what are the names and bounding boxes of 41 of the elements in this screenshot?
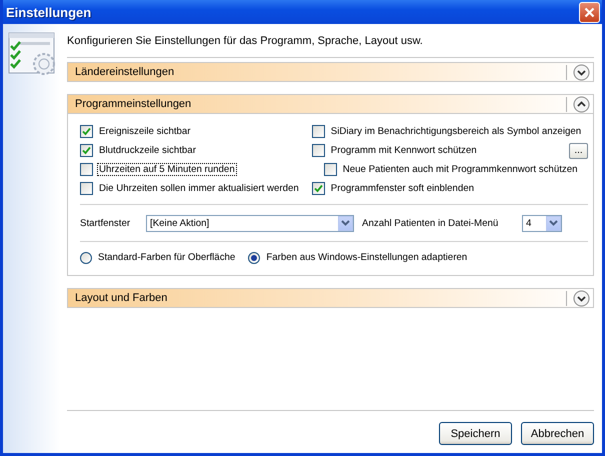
checkbox-label: Neue Patienten auch mit Programmkennwort schützen xyxy=(342,164,579,175)
field-label: Startfenster xyxy=(80,218,132,228)
section-title: Layout und Farben xyxy=(75,292,168,304)
close-button[interactable] xyxy=(579,2,600,22)
settings-checklist-icon xyxy=(8,32,58,78)
checkbox[interactable] xyxy=(312,125,325,138)
expand-icon[interactable] xyxy=(573,64,590,80)
start-window-dropdown[interactable]: [Keine Aktion] xyxy=(146,214,354,232)
section-title: Programmeinstellungen xyxy=(75,98,192,110)
checkbox-label: Die Uhrzeiten sollen immer aktualisiert werden xyxy=(98,183,300,194)
checkbox-label: Programm mit Kennwort schützen xyxy=(330,145,478,156)
save-button[interactable]: Speichern xyxy=(439,422,512,445)
radio-label: Farben aus Windows-Einstellungen adaptieren xyxy=(265,252,468,263)
checkbox[interactable] xyxy=(80,125,93,138)
section-title: Ländereinstellungen xyxy=(75,66,174,78)
checkbox-label: Blutdruckzeile sichtbar xyxy=(98,145,197,156)
section-header[interactable]: Ländereinstellungen xyxy=(67,62,594,82)
checkbox[interactable] xyxy=(80,182,93,195)
checkbox[interactable] xyxy=(312,144,325,157)
checkbox-label: Ereigniszeile sichtbar xyxy=(98,126,192,137)
intro-text: Konfigurieren Sie Einstellungen für das Programm, Sprache, Layout usw. xyxy=(67,35,424,49)
checkbox[interactable] xyxy=(80,163,93,176)
section-header[interactable]: Layout und Farben xyxy=(67,288,594,308)
checkbox[interactable] xyxy=(324,163,337,176)
radio-button[interactable] xyxy=(248,252,260,264)
radio-label: Standard-Farben für Oberfläche xyxy=(97,252,236,263)
window-title: Einstellungen xyxy=(6,4,92,20)
expand-icon[interactable] xyxy=(573,290,590,306)
patients-count-dropdown[interactable]: 4 xyxy=(522,214,562,232)
cancel-button[interactable]: Abbrechen xyxy=(521,422,594,445)
close-icon xyxy=(584,6,595,18)
field-label: Anzahl Patienten in Datei-Menü xyxy=(362,218,500,228)
checkbox[interactable] xyxy=(80,144,93,157)
checkbox-label: Programmfenster soft einblenden xyxy=(330,183,475,194)
radio-button[interactable] xyxy=(80,252,92,264)
collapse-icon[interactable] xyxy=(573,96,590,112)
checkbox[interactable] xyxy=(312,182,325,195)
checkbox-label: Uhrzeiten auf 5 Minuten runden xyxy=(98,164,236,175)
section-header[interactable]: Programmeinstellungen xyxy=(67,94,594,114)
checkbox-label: SiDiary im Benachrichtigungsbereich als Symbol anzeigen xyxy=(330,126,582,137)
browse-button[interactable]: ... xyxy=(569,142,588,158)
